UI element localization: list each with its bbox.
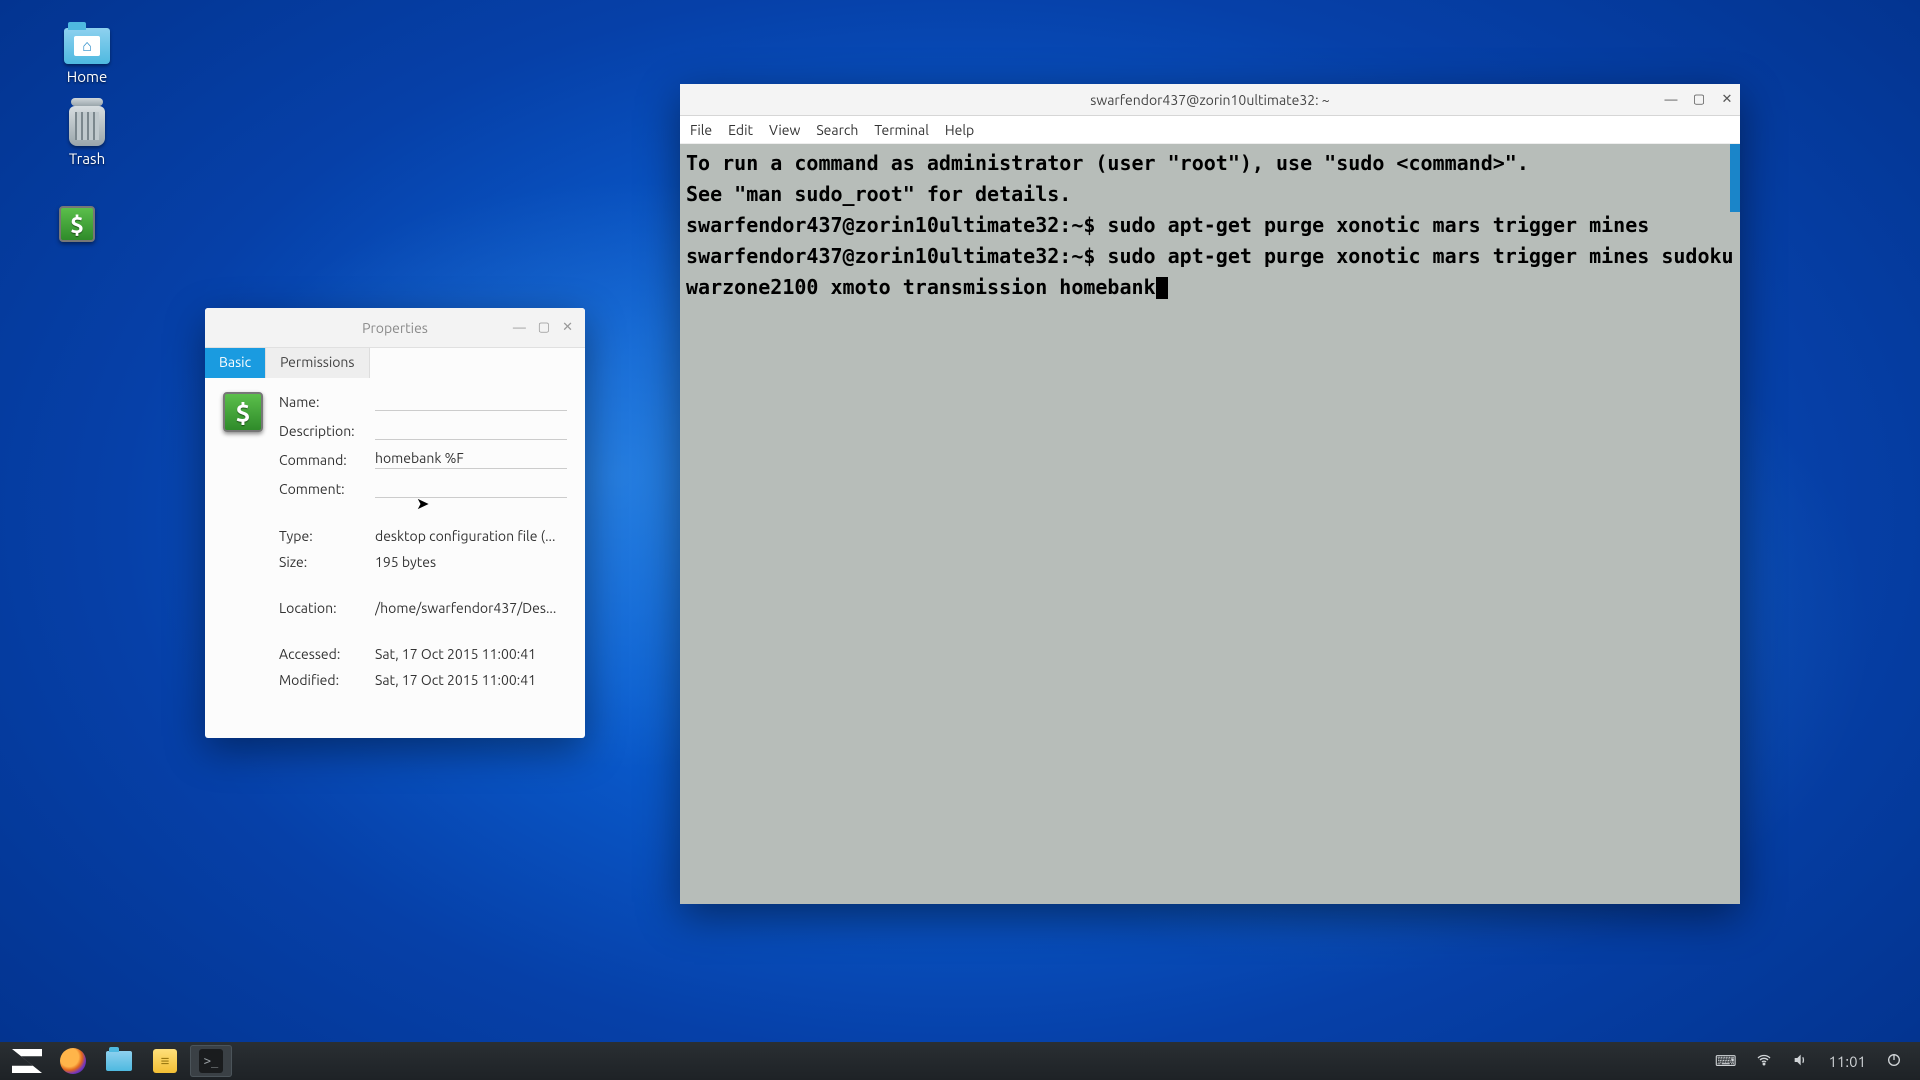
label-command: Command: <box>279 452 371 468</box>
folder-icon <box>106 1051 132 1071</box>
desktop-icon-trash[interactable]: Trash <box>47 102 127 167</box>
terminal-content[interactable]: To run a command as administrator (user … <box>680 144 1740 904</box>
properties-title-text: Properties <box>362 320 428 336</box>
maximize-icon[interactable]: ▢ <box>538 320 550 335</box>
desktop-icon-label: Trash <box>47 150 127 167</box>
firefox-icon <box>60 1048 86 1074</box>
menu-search[interactable]: Search <box>816 122 858 138</box>
maximize-icon[interactable]: ▢ <box>1692 92 1706 107</box>
power-icon[interactable] <box>1886 1052 1902 1071</box>
terminal-line: swarfendor437@zorin10ultimate32:~$ sudo … <box>686 244 1746 299</box>
label-modified: Modified: <box>279 672 371 688</box>
tab-permissions[interactable]: Permissions <box>266 348 369 378</box>
clock[interactable]: 11:01 <box>1828 1053 1866 1070</box>
keyboard-indicator-icon[interactable]: ⌨ <box>1715 1052 1737 1070</box>
close-icon[interactable]: ✕ <box>1720 92 1734 107</box>
scrollbar-thumb[interactable] <box>1730 144 1740 212</box>
properties-tabs: Basic Permissions <box>205 348 585 378</box>
command-field[interactable] <box>375 450 567 469</box>
properties-window: Properties — ▢ ✕ Basic Permissions $ Nam… <box>205 308 585 738</box>
taskbar-firefox[interactable] <box>52 1045 94 1077</box>
system-tray: ⌨ 11:01 <box>1715 1052 1914 1071</box>
label-location: Location: <box>279 600 371 616</box>
properties-file-icon[interactable]: $ <box>223 392 263 688</box>
taskbar-notes[interactable] <box>144 1045 186 1077</box>
label-name: Name: <box>279 394 371 410</box>
desktop-icon-homebank[interactable]: $ <box>47 206 107 242</box>
mouse-cursor-icon: ➤ <box>416 494 429 513</box>
desktop-icon-label: Home <box>47 68 127 85</box>
value-size: 195 bytes <box>375 554 567 570</box>
taskbar-terminal[interactable]: >_ <box>190 1045 232 1077</box>
value-accessed: Sat, 17 Oct 2015 11:00:41 <box>375 646 567 662</box>
start-menu-button[interactable] <box>6 1045 48 1077</box>
terminal-title-text: swarfendor437@zorin10ultimate32: ~ <box>1090 92 1329 108</box>
properties-titlebar[interactable]: Properties — ▢ ✕ <box>205 308 585 348</box>
name-field[interactable] <box>375 392 567 411</box>
terminal-line: To run a command as administrator (user … <box>686 148 1734 179</box>
menu-file[interactable]: File <box>690 122 712 138</box>
terminal-titlebar[interactable]: swarfendor437@zorin10ultimate32: ~ — ▢ ✕ <box>680 84 1740 116</box>
zorin-logo-icon <box>12 1049 42 1073</box>
label-comment: Comment: <box>279 481 371 497</box>
terminal-cursor-icon <box>1156 277 1168 299</box>
terminal-line: swarfendor437@zorin10ultimate32:~$ sudo … <box>686 210 1734 241</box>
folder-icon <box>64 28 110 64</box>
comment-field[interactable] <box>375 479 567 498</box>
label-size: Size: <box>279 554 371 570</box>
taskbar-files[interactable] <box>98 1045 140 1077</box>
volume-icon[interactable] <box>1792 1052 1808 1071</box>
description-field[interactable] <box>375 421 567 440</box>
tab-basic[interactable]: Basic <box>205 348 266 378</box>
menu-edit[interactable]: Edit <box>728 122 753 138</box>
terminal-window: swarfendor437@zorin10ultimate32: ~ — ▢ ✕… <box>680 84 1740 904</box>
wifi-icon[interactable] <box>1756 1052 1772 1071</box>
label-type: Type: <box>279 528 371 544</box>
dollar-icon: $ <box>59 206 95 242</box>
label-description: Description: <box>279 423 371 439</box>
minimize-icon[interactable]: — <box>513 321 526 335</box>
trash-icon <box>69 106 105 146</box>
taskbar: >_ ⌨ 11:01 <box>0 1042 1920 1080</box>
desktop-icon-home[interactable]: Home <box>47 22 127 85</box>
close-icon[interactable]: ✕ <box>562 320 573 335</box>
value-modified: Sat, 17 Oct 2015 11:00:41 <box>375 672 567 688</box>
value-location: /home/swarfendor437/Des... <box>375 600 567 616</box>
menu-help[interactable]: Help <box>945 122 974 138</box>
notes-icon <box>153 1049 177 1073</box>
value-type: desktop configuration file (... <box>375 528 567 544</box>
terminal-menubar: File Edit View Search Terminal Help <box>680 116 1740 144</box>
terminal-icon: >_ <box>199 1049 223 1073</box>
terminal-line: See "man sudo_root" for details. <box>686 179 1734 210</box>
label-accessed: Accessed: <box>279 646 371 662</box>
menu-terminal[interactable]: Terminal <box>874 122 929 138</box>
menu-view[interactable]: View <box>769 122 800 138</box>
dollar-icon: $ <box>223 392 263 432</box>
minimize-icon[interactable]: — <box>1664 93 1678 107</box>
